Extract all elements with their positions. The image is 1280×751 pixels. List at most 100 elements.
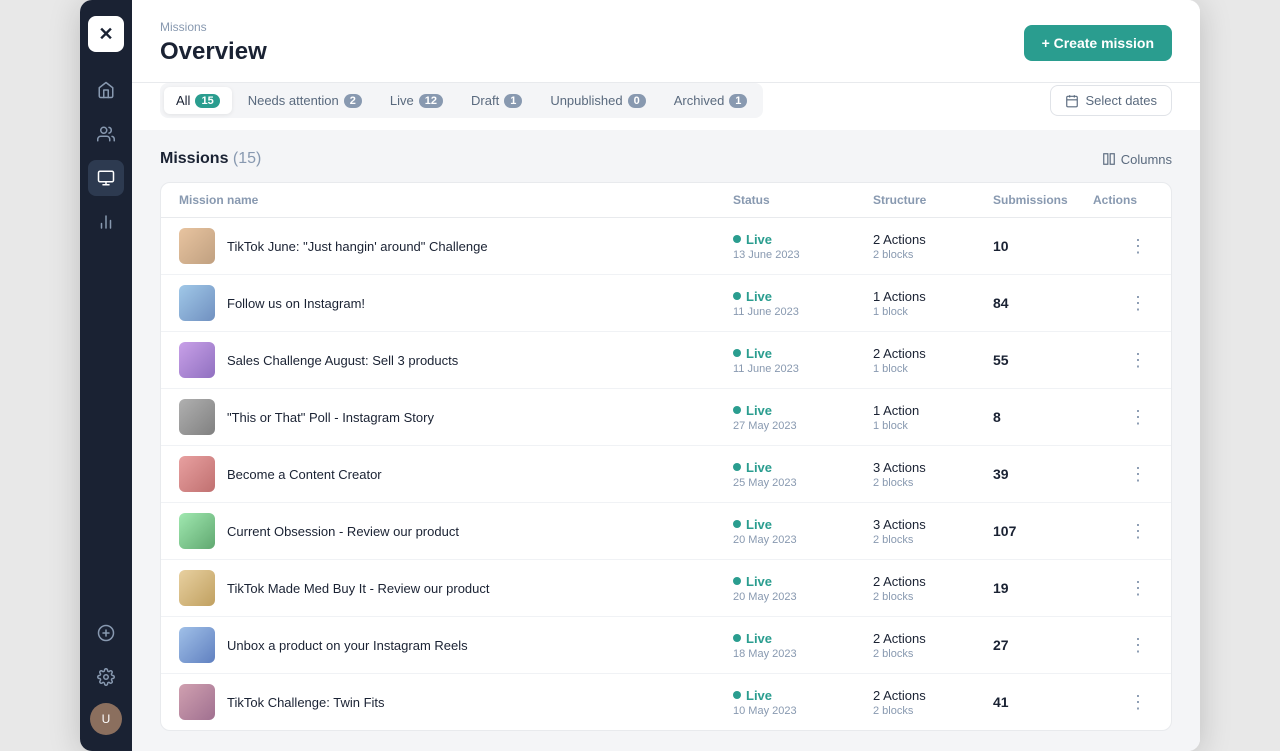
actions-cell: ⋮	[1093, 460, 1153, 489]
tab-label: Needs attention	[248, 93, 339, 108]
status-cell: Live 20 May 2023	[733, 517, 873, 546]
tab-label: All	[176, 93, 190, 108]
status-dot	[733, 520, 741, 528]
status-live: Live	[733, 574, 873, 589]
tab-label: Unpublished	[550, 93, 622, 108]
mission-name: TikTok Made Med Buy It - Review our prod…	[227, 581, 490, 596]
sidebar-item-analytics[interactable]	[88, 204, 124, 240]
more-button[interactable]: ⋮	[1123, 232, 1153, 261]
actions-cell: ⋮	[1093, 517, 1153, 546]
mission-name: Sales Challenge August: Sell 3 products	[227, 353, 458, 368]
mission-thumbnail	[179, 342, 215, 378]
actions-cell: ⋮	[1093, 688, 1153, 717]
mission-name-cell: TikTok Made Med Buy It - Review our prod…	[179, 570, 733, 606]
missions-title: Missions	[160, 150, 228, 167]
table-row[interactable]: Follow us on Instagram! Live 11 June 202…	[161, 275, 1171, 332]
tab-badge: 15	[195, 94, 219, 108]
mission-name-cell: TikTok June: "Just hangin' around" Chall…	[179, 228, 733, 264]
columns-button[interactable]: Columns	[1102, 152, 1172, 167]
missions-title-group: Missions (15)	[160, 150, 261, 168]
mission-name-cell: TikTok Challenge: Twin Fits	[179, 684, 733, 720]
more-button[interactable]: ⋮	[1123, 631, 1153, 660]
th-submissions: Submissions	[993, 193, 1093, 207]
mission-thumbnail	[179, 570, 215, 606]
structure-actions: 2 Actions	[873, 346, 993, 361]
submissions-cell: 19	[993, 580, 1093, 596]
more-button[interactable]: ⋮	[1123, 289, 1153, 318]
status-dot	[733, 691, 741, 699]
table-row[interactable]: TikTok June: "Just hangin' around" Chall…	[161, 218, 1171, 275]
more-button[interactable]: ⋮	[1123, 688, 1153, 717]
mission-thumbnail	[179, 684, 215, 720]
structure-blocks: 2 blocks	[873, 648, 993, 660]
status-date: 27 May 2023	[733, 420, 873, 432]
table-row[interactable]: TikTok Made Med Buy It - Review our prod…	[161, 560, 1171, 617]
sidebar-item-home[interactable]	[88, 72, 124, 108]
avatar[interactable]: U	[90, 703, 122, 735]
table-row[interactable]: Become a Content Creator Live 25 May 202…	[161, 446, 1171, 503]
structure-cell: 2 Actions 1 block	[873, 346, 993, 375]
actions-cell: ⋮	[1093, 631, 1153, 660]
status-live: Live	[733, 631, 873, 646]
filter-tab-live[interactable]: Live 12	[378, 87, 455, 114]
more-button[interactable]: ⋮	[1123, 403, 1153, 432]
filter-tab-needs-attention[interactable]: Needs attention 2	[236, 87, 374, 114]
more-button[interactable]: ⋮	[1123, 574, 1153, 603]
structure-blocks: 2 blocks	[873, 705, 993, 717]
breadcrumb: Missions	[160, 20, 267, 34]
sidebar-item-missions[interactable]	[88, 160, 124, 196]
create-mission-button[interactable]: + Create mission	[1024, 25, 1172, 61]
select-dates-label: Select dates	[1085, 93, 1157, 108]
actions-cell: ⋮	[1093, 574, 1153, 603]
submissions-cell: 8	[993, 409, 1093, 425]
mission-name: TikTok Challenge: Twin Fits	[227, 695, 385, 710]
header-row: Missions Overview + Create mission	[160, 20, 1172, 82]
status-date: 25 May 2023	[733, 477, 873, 489]
more-button[interactable]: ⋮	[1123, 346, 1153, 375]
status-cell: Live 13 June 2023	[733, 232, 873, 261]
filter-tab-all[interactable]: All 15	[164, 87, 232, 114]
filter-tab-archived[interactable]: Archived 1	[662, 87, 760, 114]
mission-name-cell: Sales Challenge August: Sell 3 products	[179, 342, 733, 378]
select-dates-button[interactable]: Select dates	[1050, 85, 1172, 116]
submissions-cell: 39	[993, 466, 1093, 482]
header-titles: Missions Overview	[160, 20, 267, 66]
mission-name: Current Obsession - Review our product	[227, 524, 459, 539]
structure-actions: 2 Actions	[873, 688, 993, 703]
status-live: Live	[733, 403, 873, 418]
structure-blocks: 1 block	[873, 420, 993, 432]
mission-name: Follow us on Instagram!	[227, 296, 365, 311]
mission-thumbnail	[179, 285, 215, 321]
table-row[interactable]: TikTok Challenge: Twin Fits Live 10 May …	[161, 674, 1171, 730]
status-date: 20 May 2023	[733, 591, 873, 603]
structure-cell: 2 Actions 2 blocks	[873, 574, 993, 603]
more-button[interactable]: ⋮	[1123, 460, 1153, 489]
mission-thumbnail	[179, 228, 215, 264]
missions-table: Mission name Status Structure Submission…	[160, 182, 1172, 731]
status-label: Live	[746, 574, 772, 589]
submissions-cell: 27	[993, 637, 1093, 653]
sidebar-add-button[interactable]	[88, 615, 124, 651]
table-row[interactable]: "This or That" Poll - Instagram Story Li…	[161, 389, 1171, 446]
status-cell: Live 11 June 2023	[733, 346, 873, 375]
filter-tab-draft[interactable]: Draft 1	[459, 87, 534, 114]
structure-actions: 1 Actions	[873, 289, 993, 304]
table-row[interactable]: Unbox a product on your Instagram Reels …	[161, 617, 1171, 674]
more-button[interactable]: ⋮	[1123, 517, 1153, 546]
missions-header: Missions (15) Columns	[160, 150, 1172, 168]
status-label: Live	[746, 346, 772, 361]
table-row[interactable]: Current Obsession - Review our product L…	[161, 503, 1171, 560]
status-label: Live	[746, 403, 772, 418]
actions-cell: ⋮	[1093, 232, 1153, 261]
structure-actions: 2 Actions	[873, 232, 993, 247]
sidebar-settings-button[interactable]	[88, 659, 124, 695]
status-date: 20 May 2023	[733, 534, 873, 546]
columns-label: Columns	[1121, 152, 1172, 167]
tab-badge: 1	[504, 94, 522, 108]
filter-tab-unpublished[interactable]: Unpublished 0	[538, 87, 657, 114]
structure-cell: 3 Actions 2 blocks	[873, 460, 993, 489]
structure-blocks: 2 blocks	[873, 249, 993, 261]
table-row[interactable]: Sales Challenge August: Sell 3 products …	[161, 332, 1171, 389]
status-label: Live	[746, 232, 772, 247]
sidebar-item-users[interactable]	[88, 116, 124, 152]
